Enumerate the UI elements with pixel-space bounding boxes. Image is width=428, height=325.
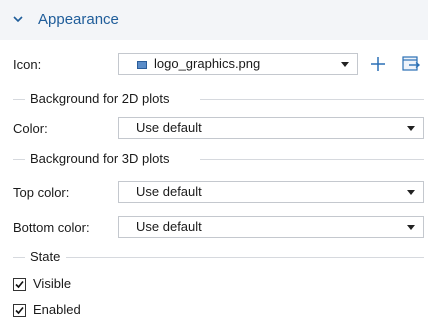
divider [13, 99, 25, 100]
appearance-section-header[interactable]: Appearance [0, 0, 428, 40]
browse-import-icon [402, 56, 421, 71]
enabled-checkbox[interactable] [13, 304, 26, 317]
dropdown-arrow-icon [407, 225, 415, 230]
bg2d-group-title: Background for 2D plots [0, 90, 428, 108]
checkmark-icon [15, 280, 24, 289]
divider [13, 159, 25, 160]
dropdown-arrow-icon [407, 126, 415, 131]
plus-icon [371, 57, 385, 71]
bg2d-group-label: Background for 2D plots [30, 91, 174, 107]
divider [13, 257, 25, 258]
icon-label: Icon: [13, 57, 42, 72]
visible-label[interactable]: Visible [33, 276, 71, 292]
checkmark-icon [15, 306, 24, 315]
image-file-icon [137, 61, 147, 69]
browse-button[interactable] [400, 53, 422, 75]
icon-select[interactable]: logo_graphics.png [118, 53, 358, 75]
state-group-title: State [0, 248, 428, 266]
dropdown-arrow-icon [341, 62, 349, 67]
divider [200, 159, 424, 160]
visible-checkbox[interactable] [13, 278, 26, 291]
enabled-label[interactable]: Enabled [33, 302, 81, 318]
top-color-select[interactable]: Use default [118, 181, 424, 203]
chevron-down-icon [13, 16, 23, 23]
top-color-label: Top color: [13, 185, 70, 200]
bottom-color-select[interactable]: Use default [118, 216, 424, 238]
add-icon-button[interactable] [367, 53, 389, 75]
bg3d-group-label: Background for 3D plots [30, 151, 174, 167]
bottom-color-select-value: Use default [136, 219, 202, 234]
color-select-value: Use default [136, 120, 202, 135]
divider [200, 99, 424, 100]
state-group-label: State [30, 249, 65, 265]
color-label: Color: [13, 121, 48, 136]
appearance-panel: Appearance Icon: logo_graphics.png Backg… [0, 0, 428, 325]
bottom-color-label: Bottom color: [13, 220, 90, 235]
dropdown-arrow-icon [407, 190, 415, 195]
icon-select-value: logo_graphics.png [154, 56, 261, 71]
bg3d-group-title: Background for 3D plots [0, 150, 428, 168]
top-color-select-value: Use default [136, 184, 202, 199]
section-title: Appearance [38, 11, 119, 28]
divider [66, 257, 424, 258]
color-select[interactable]: Use default [118, 117, 424, 139]
